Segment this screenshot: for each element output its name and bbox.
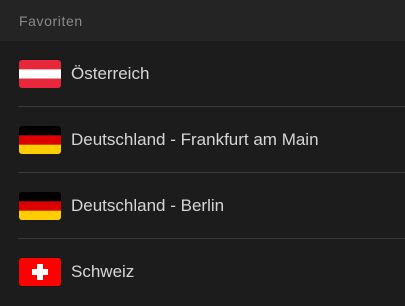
favorites-list: Österreich Deutschland - Frankfurt am Ma… — [0, 41, 405, 305]
favorite-item-austria[interactable]: Österreich — [0, 41, 405, 107]
germany-flag-icon — [19, 192, 61, 220]
germany-flag-icon — [19, 126, 61, 154]
favorite-item-switzerland[interactable]: Schweiz — [0, 239, 405, 305]
favorite-item-label: Deutschland - Frankfurt am Main — [71, 130, 319, 149]
austria-flag-icon — [19, 60, 61, 88]
favorite-item-label: Deutschland - Berlin — [71, 196, 225, 215]
favorite-item-germany-berlin[interactable]: Deutschland - Berlin — [0, 173, 405, 239]
favorite-item-germany-frankfurt[interactable]: Deutschland - Frankfurt am Main — [0, 107, 405, 173]
favorites-header: Favoriten — [0, 0, 405, 41]
favorite-item-label: Schweiz — [71, 262, 135, 281]
switzerland-flag-icon — [19, 258, 61, 286]
favorites-title: Favoriten — [19, 12, 83, 29]
favorite-item-label: Österreich — [71, 64, 150, 83]
